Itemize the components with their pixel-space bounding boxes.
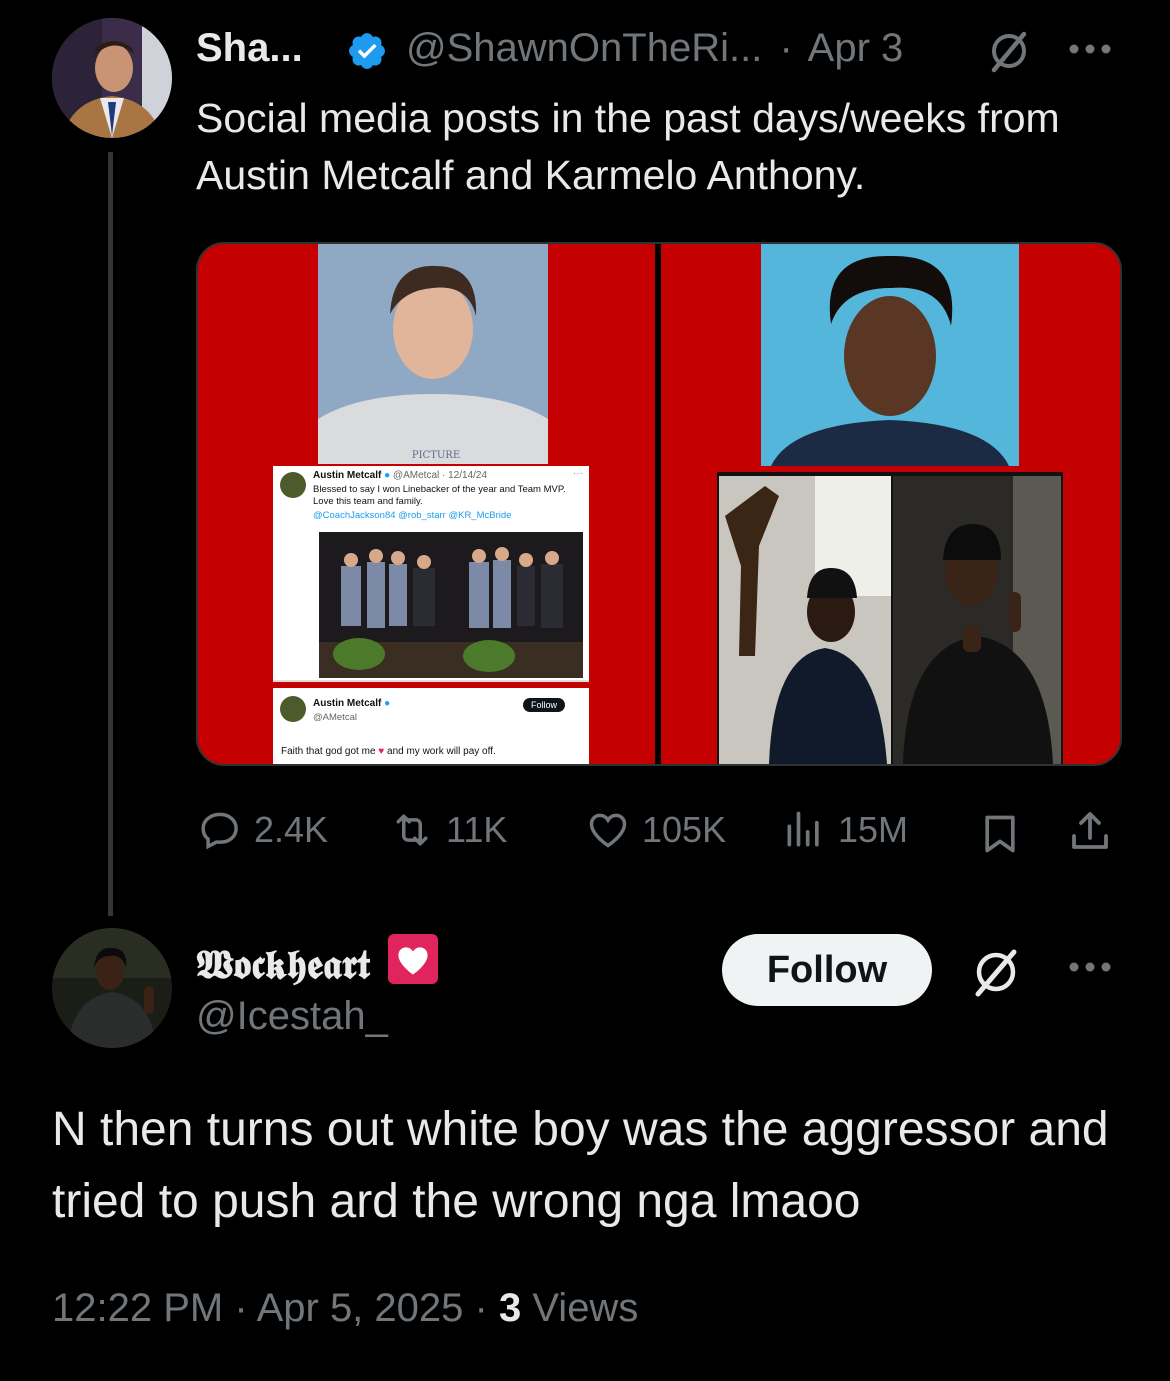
more-icon[interactable] [1066,42,1114,56]
grok-icon[interactable] [968,944,1024,1000]
heart-emoji-icon: ♥ [378,746,385,757]
author-handle-row: @ShawnOnTheRi... · Apr 3 [406,26,903,71]
author-handle[interactable]: @ShawnOnTheRi... [406,26,762,70]
reply-views-count[interactable]: 3 [499,1286,521,1330]
reply-author-name[interactable]: 𝖂𝖔𝖈𝖐𝖍𝖊𝖆𝖗𝖙 [196,941,370,988]
reply-icon [201,812,238,850]
like-count: 105K [642,809,727,850]
embedded-post-2: Austin Metcalf ● @AMetcal Follow Faith t… [273,688,589,764]
reply-author-handle[interactable]: @Icestah_ [196,994,388,1039]
bookmark-icon[interactable] [978,810,1022,858]
reply-avatar-photo [52,928,172,1048]
embedded-handle-2: @AMetcal [313,712,357,723]
separator: · [234,1286,257,1330]
repost-icon [396,814,428,846]
author-name[interactable]: Sha... [196,26,303,71]
separator: · [474,1286,499,1330]
avatar-portrait [52,18,172,138]
reply-author-name-row: 𝖂𝖔𝖈𝖐𝖍𝖊𝖆𝖗𝖙 [196,934,438,988]
embedded-award-photo [319,532,583,678]
portrait-photo-right [761,244,1019,466]
embedded-post-1: Austin Metcalf ● @AMetcal · 12/14/24 ···… [273,466,589,682]
verified-badge-icon [346,30,388,72]
embedded-verified-icon-2: ● [384,698,391,709]
shirt-text: PICTURE [412,450,460,461]
like-icon [589,813,627,848]
views-count: 15M [838,809,909,850]
more-icon[interactable] [1066,960,1114,974]
reply-action[interactable]: 2.4K [198,808,328,852]
embedded-verified-icon: ● [384,470,391,481]
grok-icon[interactable] [986,28,1032,74]
portrait-photo-left: PICTURE [318,244,548,464]
embedded-name: Austin Metcalf [313,470,382,481]
tweet-text: Social media posts in the past days/week… [196,95,1060,198]
tweet-date[interactable]: Apr 3 [808,26,904,70]
tweet-media[interactable]: PICTURE Austin Metcalf ● @AMetcal · 12/1… [196,242,1122,766]
media-left-panel: PICTURE Austin Metcalf ● @AMetcal · 12/1… [198,244,655,764]
repost-action[interactable]: 11K [390,808,507,852]
embedded-more: ··· [573,468,583,479]
photo-left-bottom [719,476,891,764]
views-icon [787,811,819,847]
embedded-text: Blessed to say I won Linebacker of the y… [313,484,566,507]
reply-metadata: 12:22 PM · Apr 5, 2025 · 3 Views [52,1286,638,1331]
thread-connector-line [108,152,113,916]
reply-text: N then turns out white boy was the aggre… [52,1103,1109,1228]
embedded-handle-date: @AMetcal · 12/14/24 [392,470,488,481]
share-icon[interactable] [1066,808,1114,856]
media-right-panel [661,244,1120,764]
reply-time[interactable]: 12:22 PM [52,1286,223,1330]
follow-button[interactable]: Follow [722,934,932,1006]
embedded-follow-button: Follow [523,698,566,712]
embedded-text-2-after: and my work will pay off. [387,746,496,757]
embedded-mentions: @CoachJackson84 @rob_starr @KR_McBride [313,510,512,521]
reply-count: 2.4K [254,809,329,850]
embedded-name-2: Austin Metcalf [313,698,382,709]
embedded-avatar-2 [280,696,306,722]
views-action[interactable]: 15M [782,808,908,852]
embedded-text-2: Faith that god got me ♥ and my work will… [281,746,496,757]
heart-emoji-icon [387,934,438,984]
embedded-header: Austin Metcalf ● @AMetcal · 12/14/24 [313,470,487,481]
reply-date[interactable]: Apr 5, 2025 [257,1286,464,1330]
like-action[interactable]: 105K [586,808,726,852]
embedded-header-2: Austin Metcalf ● [313,698,390,709]
author-avatar[interactable] [52,18,172,138]
embedded-avatar [280,472,306,498]
reply-author-avatar[interactable] [52,928,172,1048]
separator: · [779,26,793,70]
photo-right-bottom [893,476,1061,764]
repost-count: 11K [446,809,508,850]
reply-views-label: Views [532,1286,639,1330]
embedded-text-2-before: Faith that god got me [281,746,376,757]
